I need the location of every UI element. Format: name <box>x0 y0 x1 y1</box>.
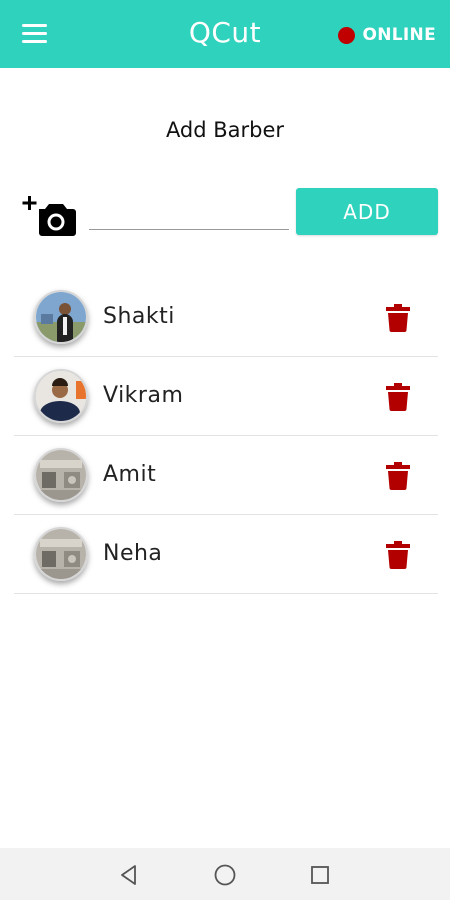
barber-name: Neha <box>103 541 163 566</box>
home-button[interactable] <box>212 862 238 888</box>
avatar-photo <box>36 450 86 500</box>
back-button[interactable] <box>116 862 142 888</box>
delete-button[interactable] <box>386 304 410 332</box>
status-dot-icon <box>337 26 355 44</box>
barber-row[interactable]: Amit <box>14 436 438 515</box>
online-status[interactable]: ONLINE <box>337 23 436 47</box>
barber-name: Vikram <box>103 383 184 408</box>
add-photo-icon <box>22 196 76 236</box>
barber-name: Amit <box>103 462 157 487</box>
recents-button[interactable] <box>307 862 333 888</box>
add-barber-title: Add Barber <box>165 118 285 142</box>
avatar <box>34 290 88 344</box>
avatar-photo <box>36 529 86 579</box>
trash-icon <box>386 304 410 332</box>
back-icon <box>121 865 136 885</box>
delete-button[interactable] <box>386 462 410 490</box>
delete-button[interactable] <box>386 383 410 411</box>
avatar <box>34 448 88 502</box>
trash-icon <box>386 462 410 490</box>
barber-name: Shakti <box>103 304 175 329</box>
recents-icon <box>311 866 329 884</box>
barber-name-input[interactable] <box>89 196 289 230</box>
home-icon <box>214 864 236 886</box>
barber-row[interactable]: Vikram <box>14 357 438 436</box>
avatar <box>34 369 88 423</box>
avatar-photo <box>36 292 86 342</box>
trash-icon <box>386 541 410 569</box>
status-label: ONLINE <box>362 25 436 45</box>
avatar-photo <box>36 371 86 421</box>
app-bar: QCut ONLINE <box>0 0 450 68</box>
trash-icon <box>386 383 410 411</box>
barber-row[interactable]: Shakti <box>14 278 438 357</box>
avatar <box>34 527 88 581</box>
system-nav-bar <box>0 848 450 900</box>
add-photo-button[interactable] <box>20 192 76 240</box>
delete-button[interactable] <box>386 541 410 569</box>
barber-list: Shakti Vikram Amit Neha <box>14 278 438 594</box>
barber-row[interactable]: Neha <box>14 515 438 594</box>
add-button[interactable]: ADD <box>296 188 438 235</box>
